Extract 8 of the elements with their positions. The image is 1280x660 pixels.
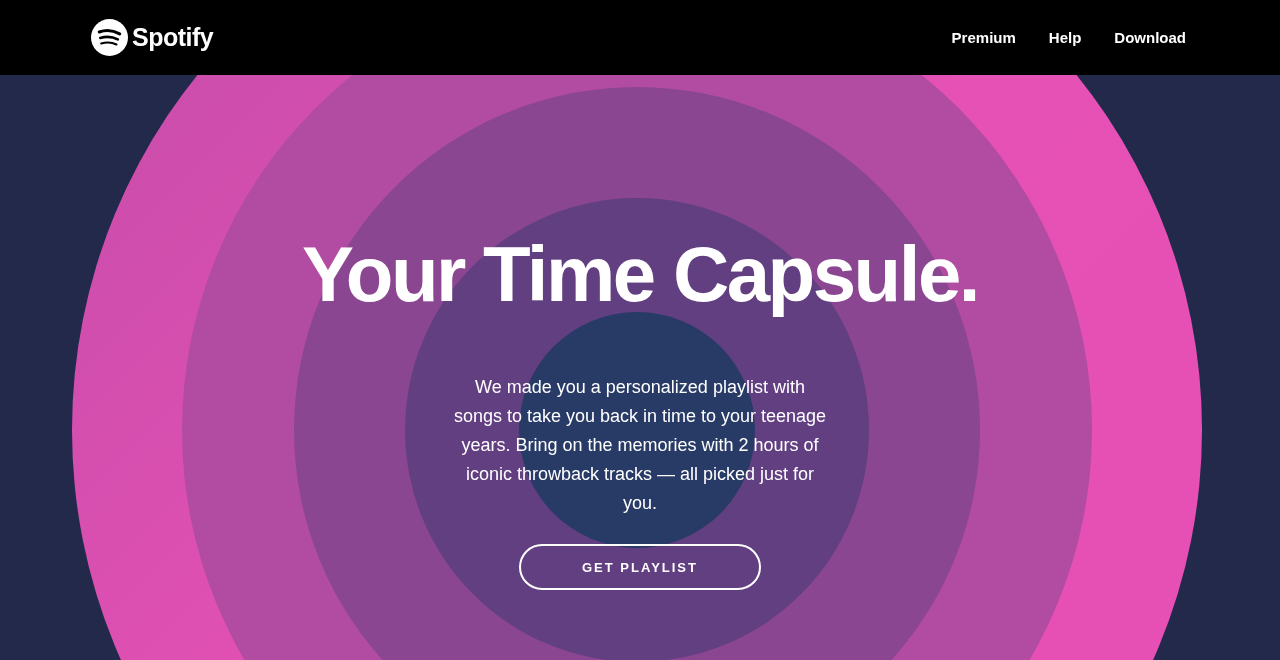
nav-link[interactable]: Help bbox=[1048, 29, 1082, 46]
logo-icon bbox=[91, 19, 128, 56]
get-playlist-button[interactable]: GET PLAYLIST bbox=[519, 544, 761, 590]
logo-link[interactable]: Spotify bbox=[91, 19, 214, 56]
nav-link[interactable]: Download bbox=[1114, 29, 1186, 46]
hero-description: We made you a personalized playlist with songs to take you back in time to your teenage years. Bring on the memories with 2 hours of iconic throwback tracks — all picked just for you. bbox=[452, 376, 828, 515]
logo-wordmark: Spotify bbox=[132, 23, 214, 52]
nav-link[interactable]: Premium bbox=[951, 29, 1016, 46]
